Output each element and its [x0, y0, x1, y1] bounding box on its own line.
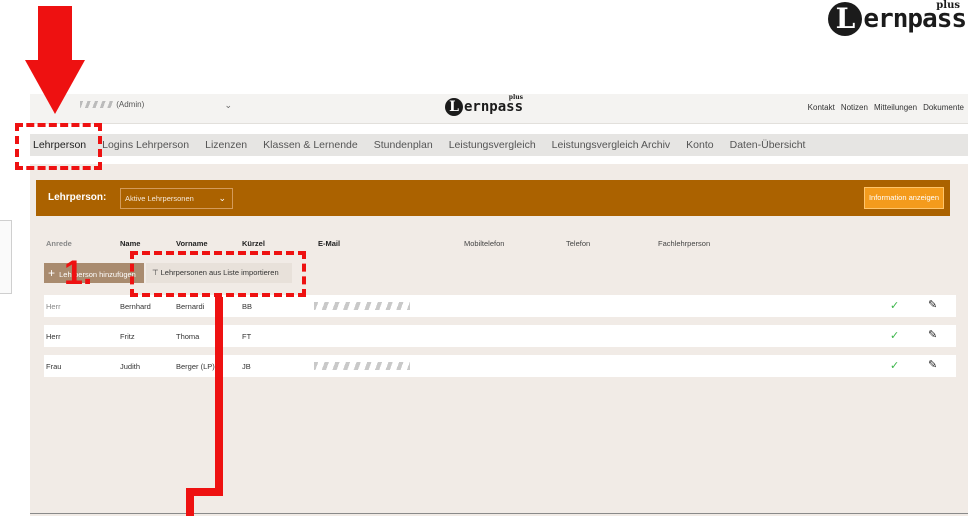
tab-daten-uebersicht[interactable]: Daten-Übersicht — [730, 139, 806, 151]
main-nav: Lehrperson Logins Lehrperson Lizenzen Kl… — [30, 134, 968, 156]
tab-leistungsvergleich-archiv[interactable]: Leistungsvergleich Archiv — [552, 139, 670, 151]
redacted-email — [314, 302, 410, 310]
tab-klassen-lernende[interactable]: Klassen & Lernende — [263, 139, 358, 151]
plus-icon: + — [48, 266, 56, 280]
app-window: (Admin) ⌄ L ernpass plus Kontakt Notizen… — [30, 94, 968, 516]
app-logo[interactable]: L ernpass plus — [445, 94, 524, 116]
check-icon: ✓ — [890, 330, 900, 342]
tab-leistungsvergleich[interactable]: Leistungsvergleich — [449, 139, 536, 151]
edit-icon[interactable]: ✎ — [928, 328, 937, 341]
annotation-line — [186, 488, 194, 516]
filter-label: Lehrperson: — [48, 192, 107, 203]
cell-anrede: Herr — [46, 332, 61, 341]
cell-vorname: Berger (LP) — [176, 362, 215, 371]
tab-stundenplan[interactable]: Stundenplan — [374, 139, 433, 151]
tab-konto[interactable]: Konto — [686, 139, 713, 151]
edit-icon[interactable]: ✎ — [928, 298, 937, 311]
info-button[interactable]: Information anzeigen — [864, 187, 944, 209]
cell-name: Judith — [120, 362, 141, 371]
link-dokumente[interactable]: Dokumente — [923, 103, 964, 112]
cell-kuerzel: FT — [242, 332, 252, 341]
link-notizen[interactable]: Notizen — [841, 103, 868, 112]
app-logo-text: ernpass — [464, 99, 524, 115]
top-bar: (Admin) ⌄ L ernpass plus Kontakt Notizen… — [30, 94, 968, 124]
top-links: Kontakt Notizen Mitteilungen Dokumente — [808, 103, 964, 112]
annotation-arrow-shaft — [38, 6, 72, 62]
table-row[interactable]: Herr Fritz Thoma FT ✓ ✎ — [44, 325, 956, 347]
chevron-down-icon: ⌄ — [224, 100, 232, 110]
user-select[interactable]: (Admin) ⌄ — [80, 100, 240, 120]
app-logo-plus: plus — [508, 94, 524, 101]
cell-anrede: Frau — [46, 362, 62, 371]
col-kuerzel[interactable]: Kürzel — [242, 239, 265, 248]
cell-vorname: Bernardi — [176, 302, 205, 311]
tab-lizenzen[interactable]: Lizenzen — [205, 139, 247, 151]
redacted-username — [80, 101, 114, 109]
link-kontakt[interactable]: Kontakt — [808, 103, 835, 112]
col-anrede[interactable]: Anrede — [46, 239, 72, 248]
status-filter-select[interactable]: Aktive Lehrpersonen ⌄ — [120, 188, 233, 209]
annotation-highlight-lehrperson — [15, 123, 102, 170]
check-icon: ✓ — [890, 360, 900, 372]
add-teacher-button[interactable]: + Lehrperson hinzufügen — [44, 263, 144, 283]
link-mitteilungen[interactable]: Mitteilungen — [874, 103, 917, 112]
edit-icon[interactable]: ✎ — [928, 358, 937, 371]
redacted-email — [314, 362, 410, 370]
check-icon: ✓ — [890, 300, 900, 312]
side-panel-edge — [0, 220, 12, 294]
user-role-label: (Admin) — [116, 100, 145, 109]
brand-logo-letter: L — [828, 2, 863, 36]
table-row[interactable]: Herr Bernhard Bernardi BB ✓ ✎ — [44, 295, 956, 317]
col-mobiltelefon[interactable]: Mobiltelefon — [464, 239, 504, 248]
cell-name: Fritz — [120, 332, 135, 341]
content-panel: Lehrperson: Aktive Lehrpersonen ⌄ Inform… — [30, 164, 968, 516]
annotation-step-label: 1. — [64, 254, 93, 292]
app-logo-letter: L — [445, 98, 463, 116]
annotation-line — [215, 297, 223, 493]
annotation-highlight-import — [130, 251, 306, 297]
cell-kuerzel: JB — [242, 362, 251, 371]
brand-logo-plus: plus — [936, 0, 960, 11]
filter-bar: Lehrperson: Aktive Lehrpersonen ⌄ Inform… — [36, 180, 950, 216]
col-telefon[interactable]: Telefon — [566, 239, 590, 248]
brand-logo: L ernpass plus — [828, 0, 967, 36]
cell-name: Bernhard — [120, 302, 151, 311]
cell-anrede: Herr — [46, 302, 61, 311]
divider — [30, 513, 968, 514]
col-fachlehrperson[interactable]: Fachlehrperson — [658, 239, 710, 248]
col-email[interactable]: E-Mail — [318, 239, 340, 248]
cell-kuerzel: BB — [242, 302, 253, 311]
tab-logins-lehrperson[interactable]: Logins Lehrperson — [102, 139, 189, 151]
chevron-down-icon: ⌄ — [218, 193, 226, 203]
status-filter-value: Aktive Lehrpersonen — [125, 194, 194, 203]
cell-vorname: Thoma — [176, 332, 200, 341]
annotation-arrow-head — [25, 60, 85, 114]
col-name[interactable]: Name — [120, 239, 140, 248]
table-row[interactable]: Frau Judith Berger (LP) JB ✓ ✎ — [44, 355, 956, 377]
col-vorname[interactable]: Vorname — [176, 239, 208, 248]
